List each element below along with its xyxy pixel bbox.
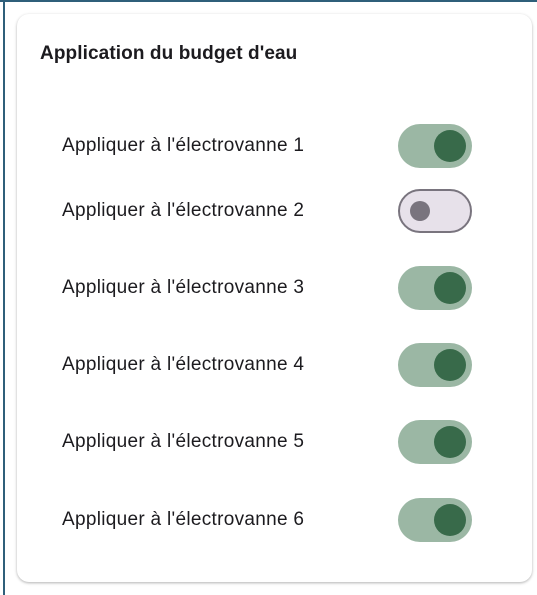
- valve-toggle-4[interactable]: [398, 343, 472, 387]
- valve-toggle-6[interactable]: [398, 498, 472, 542]
- valve-row-4: Appliquer à l'électrovanne 4: [17, 342, 532, 390]
- valve-label-3: Appliquer à l'électrovanne 3: [62, 277, 305, 298]
- water-budget-card: Application du budget d'eau Appliquer à …: [17, 14, 532, 582]
- valve-toggle-5[interactable]: [398, 420, 472, 464]
- toggle-thumb: [434, 272, 466, 304]
- window-border-top: [0, 0, 537, 2]
- valve-toggle-1[interactable]: [398, 124, 472, 168]
- valve-row-3: Appliquer à l'électrovanne 3: [17, 265, 532, 313]
- valve-label-2: Appliquer à l'électrovanne 2: [62, 200, 305, 221]
- valve-label-5: Appliquer à l'électrovanne 5: [62, 431, 305, 452]
- toggle-thumb: [434, 504, 466, 536]
- window-border-left: [3, 0, 5, 595]
- valve-row-2: Appliquer à l'électrovanne 2: [17, 188, 532, 236]
- toggle-thumb: [434, 426, 466, 458]
- valve-label-1: Appliquer à l'électrovanne 1: [62, 135, 305, 156]
- valve-row-5: Appliquer à l'électrovanne 5: [17, 419, 532, 467]
- valve-toggle-2[interactable]: [398, 189, 472, 233]
- valve-row-1: Appliquer à l'électrovanne 1: [17, 123, 532, 171]
- valve-label-4: Appliquer à l'électrovanne 4: [62, 354, 305, 375]
- toggle-thumb: [434, 130, 466, 162]
- valve-row-6: Appliquer à l'électrovanne 6: [17, 497, 532, 545]
- valve-label-6: Appliquer à l'électrovanne 6: [62, 509, 305, 530]
- toggle-thumb: [434, 349, 466, 381]
- valve-toggle-3[interactable]: [398, 266, 472, 310]
- card-title: Application du budget d'eau: [40, 43, 298, 64]
- toggle-thumb: [409, 200, 430, 221]
